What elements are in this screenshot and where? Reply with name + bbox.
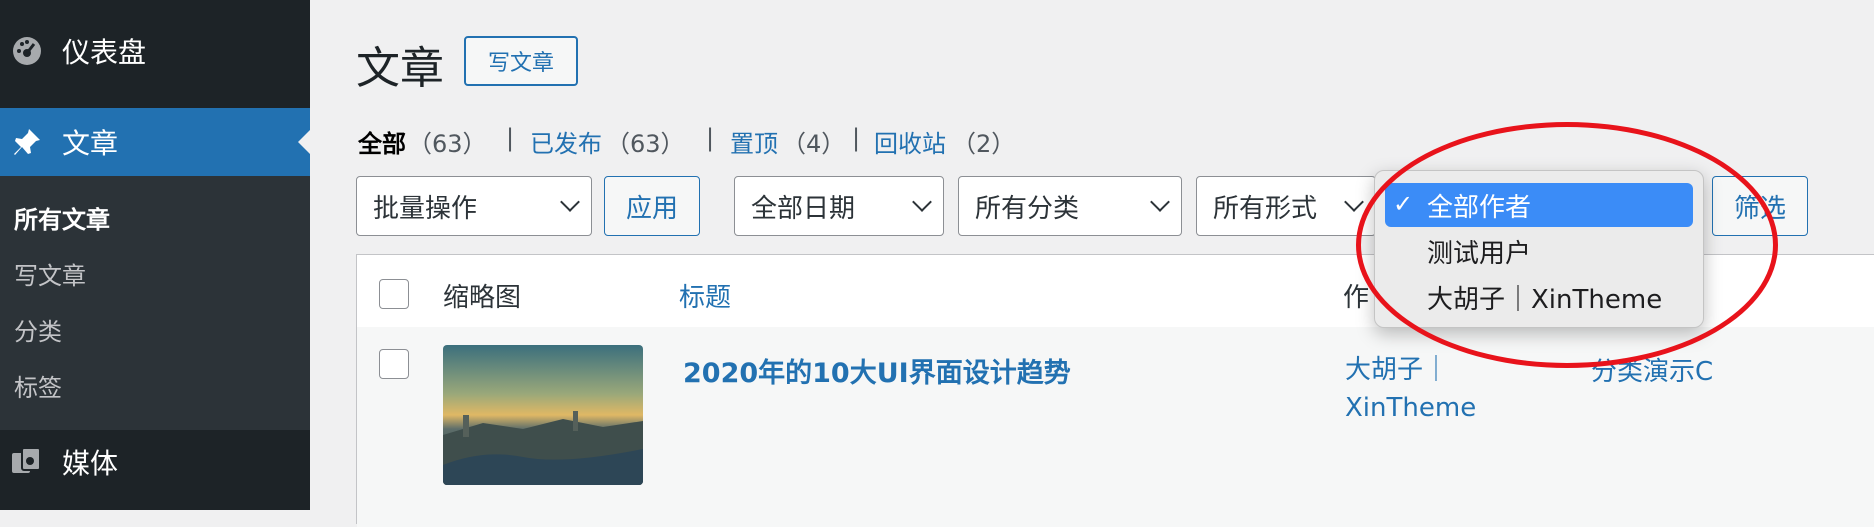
format-filter-select[interactable]: 所有形式 — [1196, 176, 1376, 236]
view-trash[interactable]: 回收站 — [874, 124, 946, 159]
posts-submenu: 所有文章 写文章 分类 标签 — [0, 176, 310, 430]
sidebar-item-label: 文章 — [62, 127, 119, 160]
admin-sidebar: 仪表盘 文章 所有文章 写文章 分类 标签 媒体 — [0, 0, 310, 510]
view-sticky-count: （4） — [782, 130, 846, 158]
date-filter-select[interactable]: 全部日期 — [734, 176, 944, 236]
dashboard-gauge-icon — [10, 34, 44, 68]
author-name-line2: XinTheme — [1345, 393, 1477, 423]
pushpin-icon — [10, 125, 44, 159]
submenu-categories[interactable]: 分类 — [14, 312, 62, 347]
chevron-down-icon — [1150, 192, 1170, 212]
post-author-link[interactable]: 大胡子｜ XinTheme — [1345, 351, 1505, 427]
active-menu-notch — [298, 130, 310, 154]
view-trash-count: （2） — [952, 130, 1016, 158]
chevron-down-icon — [560, 192, 580, 212]
submenu-add-new[interactable]: 写文章 — [14, 256, 86, 291]
apply-button[interactable]: 应用 — [604, 176, 700, 236]
separator: | — [506, 124, 515, 152]
chevron-down-icon — [912, 192, 932, 212]
post-thumbnail[interactable] — [443, 345, 643, 485]
separator: | — [852, 124, 861, 152]
submenu-all-posts[interactable]: 所有文章 — [14, 200, 110, 235]
date-filter-value: 全部日期 — [751, 193, 856, 224]
sidebar-item-label: 媒体 — [62, 447, 119, 480]
category-filter-value: 所有分类 — [975, 193, 1080, 224]
sidebar-item-posts[interactable]: 文章 — [0, 108, 310, 176]
sidebar-item-media[interactable]: 媒体 — [0, 432, 310, 492]
sidebar-item-label: 仪表盘 — [62, 36, 147, 69]
bulk-action-select[interactable]: 批量操作 — [356, 176, 592, 236]
post-title-link[interactable]: 2020年的10大UI界面设计趋势 — [683, 351, 1071, 390]
category-filter-select[interactable]: 所有分类 — [958, 176, 1182, 236]
row-checkbox[interactable] — [379, 349, 409, 379]
media-icon — [10, 445, 44, 479]
sidebar-item-dashboard[interactable]: 仪表盘 — [0, 18, 310, 84]
separator: | — [706, 124, 715, 152]
format-filter-value: 所有形式 — [1213, 193, 1318, 224]
submenu-tags[interactable]: 标签 — [14, 368, 62, 403]
red-highlight-circle — [1356, 122, 1778, 368]
chevron-down-icon — [1344, 192, 1364, 212]
bulk-action-value: 批量操作 — [373, 193, 478, 224]
select-all-checkbox[interactable] — [379, 279, 409, 309]
view-published[interactable]: 已发布 — [530, 124, 602, 159]
page-title: 文章 — [356, 43, 444, 94]
view-all[interactable]: 全部 — [358, 124, 406, 159]
view-sticky[interactable]: 置顶 — [730, 124, 778, 159]
add-new-post-button[interactable]: 写文章 — [464, 36, 578, 86]
column-header-thumbnail: 缩略图 — [443, 283, 522, 313]
view-published-count: （63） — [606, 130, 685, 158]
view-all-count: （63） — [408, 130, 487, 158]
column-header-title[interactable]: 标题 — [679, 277, 731, 314]
